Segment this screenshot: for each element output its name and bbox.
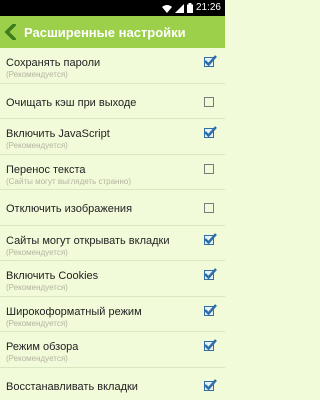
app-bar: Расширенные настройки	[0, 16, 225, 48]
page-title: Расширенные настройки	[24, 24, 186, 40]
settings-row[interactable]: Включить Cookies (Рекомендуется)	[0, 261, 225, 297]
setting-checkbox[interactable]	[204, 303, 217, 316]
setting-subtitle: (Рекомендуется)	[6, 141, 68, 150]
setting-label: Включить Cookies	[6, 270, 99, 282]
setting-subtitle: (Рекомендуется)	[6, 354, 68, 363]
setting-checkbox[interactable]	[204, 96, 214, 107]
setting-checkbox[interactable]	[204, 378, 217, 391]
back-button[interactable]	[2, 16, 18, 48]
settings-row[interactable]: Широкоформатный режим (Рекомендуется)	[0, 297, 225, 332]
setting-checkbox[interactable]	[204, 163, 214, 174]
checkmark-icon	[204, 339, 217, 351]
battery-icon	[186, 3, 193, 13]
status-bar: 21:26	[0, 0, 225, 16]
setting-label: Отключить изображения	[6, 203, 133, 215]
setting-label: Широкоформатный режим	[6, 305, 142, 318]
setting-label: Сохранять пароли	[6, 57, 101, 69]
settings-row[interactable]: Сохранять пароли (Рекомендуется)	[0, 48, 225, 84]
setting-subtitle: (Рекомендуется)	[6, 283, 68, 292]
settings-row[interactable]: Перенос текста (Сайты могут выглядеть стр…	[0, 155, 225, 190]
setting-label: Очищать кэш при выходе	[6, 96, 137, 109]
checkmark-icon	[204, 303, 217, 315]
setting-subtitle: (Рекомендуется)	[6, 247, 68, 257]
setting-label: Включить JavaScript	[6, 128, 110, 140]
checkmark-icon	[204, 268, 217, 280]
wifi-icon	[161, 4, 172, 13]
status-icons: 21:26	[161, 2, 221, 14]
setting-label: Режим обзора	[6, 341, 79, 353]
signal-icon	[174, 3, 184, 13]
settings-row[interactable]: Восстанавливать вкладки	[0, 368, 225, 400]
setting-subtitle: (Сайты могут выглядеть странно)	[6, 176, 131, 186]
settings-row[interactable]: Включить JavaScript (Рекомендуется)	[0, 119, 225, 155]
setting-label: Сайты могут открывать вкладки	[6, 234, 170, 247]
checkmark-icon	[204, 378, 217, 390]
setting-checkbox[interactable]	[204, 55, 217, 67]
setting-subtitle: (Рекомендуется)	[6, 70, 68, 79]
checkmark-icon	[204, 232, 217, 244]
settings-row[interactable]: Сайты могут открывать вкладки (Рекомендуе…	[0, 226, 225, 261]
checkmark-icon	[204, 55, 217, 67]
setting-checkbox[interactable]	[204, 232, 217, 245]
setting-label: Перенос текста	[6, 163, 86, 176]
setting-checkbox[interactable]	[204, 203, 214, 213]
settings-list: Сохранять пароли (Рекомендуется) Очищать к…	[0, 48, 225, 400]
clock: 21:26	[195, 2, 221, 13]
settings-row[interactable]: Режим обзора (Рекомендуется)	[0, 332, 225, 368]
setting-subtitle: (Рекомендуется)	[6, 318, 68, 328]
setting-checkbox[interactable]	[204, 126, 217, 138]
settings-row[interactable]: Очищать кэш при выходе	[0, 84, 225, 119]
setting-checkbox[interactable]	[204, 339, 217, 351]
setting-label: Восстанавливать вкладки	[6, 380, 138, 393]
checkmark-icon	[204, 126, 217, 138]
back-arrow-icon	[4, 24, 16, 40]
settings-row[interactable]: Отключить изображения	[0, 190, 225, 226]
setting-checkbox[interactable]	[204, 268, 217, 280]
